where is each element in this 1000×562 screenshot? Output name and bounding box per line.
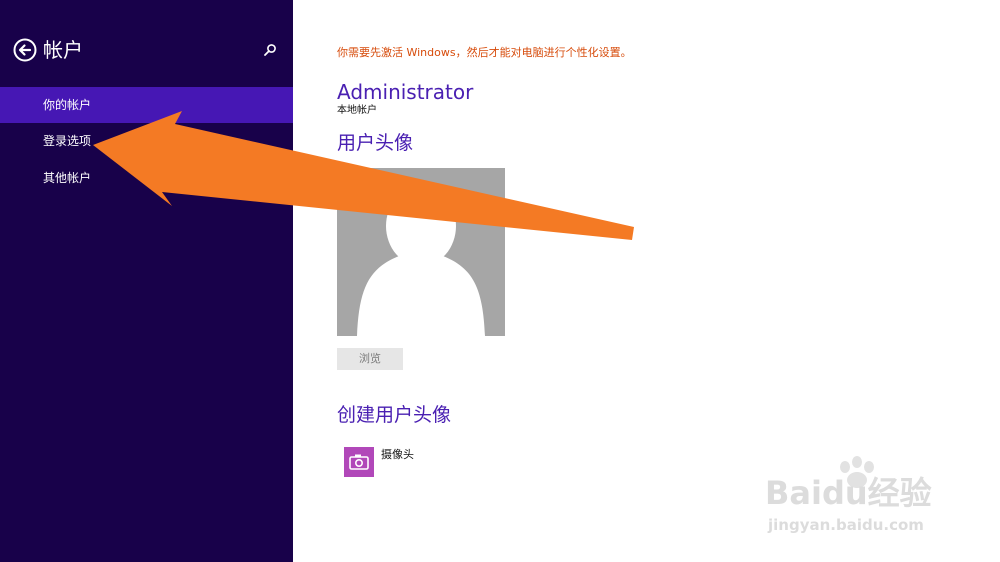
watermark-url: jingyan.baidu.com [768, 516, 924, 534]
watermark-logo: Baidu经验 [765, 474, 932, 512]
baidu-watermark: Baidu经验 jingyan.baidu.com [765, 455, 995, 545]
